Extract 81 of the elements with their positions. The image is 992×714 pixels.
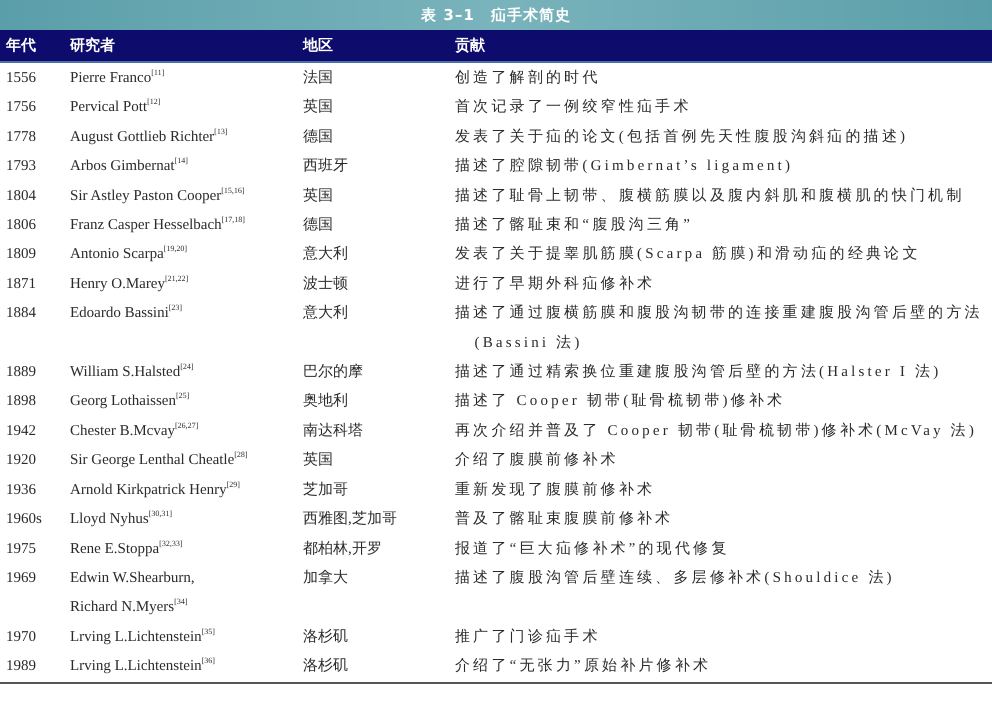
column-header: 年代 bbox=[4, 36, 36, 55]
researcher-cell-text: Arbos Gimbernat$^{[14]}$ bbox=[69, 155, 188, 176]
region-cell-text: 都柏林,开罗 bbox=[302, 540, 382, 558]
contribution-cell-text: 描述了腹股沟管后壁连续、多层修补术(Shouldice 法) bbox=[455, 568, 896, 588]
region-cell-text: 加拿大 bbox=[302, 568, 348, 588]
year-cell-text: 1809 bbox=[5, 245, 36, 264]
year-cell-text: 1942 bbox=[5, 422, 36, 441]
region-cell-text: 洛杉矶 bbox=[302, 656, 348, 676]
contribution-cell-text: 普及了髂耻束腹膜前修补术 bbox=[455, 509, 674, 530]
contribution-cell-text: 报道了“巨大疝修补术”的现代修复 bbox=[455, 540, 731, 558]
researcher-cell-text: Sir Astley Paston Cooper$^{[15,16]}$ bbox=[69, 184, 245, 206]
contribution-cell-text: 发表了关于提睾肌筋膜(Scarpa 筋膜)和滑动疝的经典论文 bbox=[455, 244, 922, 264]
region-cell-text: 巴尔的摩 bbox=[302, 362, 363, 382]
region-cell-text: 芝加哥 bbox=[302, 480, 348, 500]
region-cell-text: 奥地利 bbox=[302, 392, 348, 412]
contribution-cell-text: 描述了通过精索换位重建腹股沟管后壁的方法(Halster I 法) bbox=[455, 362, 942, 382]
contribution-cell-text: 描述了耻骨上韧带、腹横筋膜以及腹内斜肌和腹横肌的快门机制 bbox=[455, 186, 966, 206]
year-cell-text: 1804 bbox=[5, 186, 36, 206]
column-header: 地区 bbox=[302, 36, 333, 55]
contribution-cell-text: 进行了早期外科疝修补术 bbox=[455, 274, 656, 294]
region-cell-text: 南达科塔 bbox=[302, 422, 363, 441]
year-cell-text: 1793 bbox=[5, 157, 36, 176]
contribution-cell-text: 再次介绍并普及了 Cooper 韧带(耻骨梳韧带)修补术(McVay 法) bbox=[455, 421, 978, 441]
region-cell-text: 洛杉矶 bbox=[302, 628, 348, 647]
researcher-cell-text: Sir George Lenthal Cheatle$^{[28]}$ bbox=[69, 449, 248, 470]
year-cell-text: 1871 bbox=[5, 274, 36, 294]
contribution-cell-text: 发表了关于疝的论文(包括首例先天性腹股沟斜疝的描述) bbox=[455, 128, 910, 147]
year-cell-text: 1898 bbox=[5, 392, 36, 412]
contribution-cell-text: 描述了通过腹横筋膜和腹股沟韧带的连接重建腹股沟管后壁的方法(Bassini 法) bbox=[455, 303, 984, 353]
year-cell-text: 1884 bbox=[5, 304, 36, 324]
contribution-cell-text: 重新发现了腹膜前修补术 bbox=[455, 480, 656, 500]
year-cell-text: 1975 bbox=[5, 540, 36, 558]
region-cell-text: 英国 bbox=[302, 98, 333, 118]
researcher-cell-text: Henry O.Marey$^{[21,22]}$ bbox=[69, 272, 188, 294]
year-cell-text: 1960s bbox=[5, 510, 42, 530]
region-cell-text: 波士顿 bbox=[302, 274, 348, 294]
contribution-cell-text: 介绍了腹膜前修补术 bbox=[455, 450, 620, 470]
year-cell-text: 1806 bbox=[5, 216, 36, 236]
column-header: 研究者 bbox=[68, 36, 115, 55]
year-cell-text: 1936 bbox=[5, 480, 36, 500]
researcher-cell-text: Pervical Pott$^{[12]}$ bbox=[69, 96, 160, 118]
year-cell-text: 1970 bbox=[5, 628, 36, 647]
researcher-cell-text: Lrving L.Lichtenstein$^{[36]}$ bbox=[69, 655, 215, 676]
year-cell-text: 1889 bbox=[5, 363, 36, 382]
researcher-cell-text: Georg Lothaissen$^{[25]}$ bbox=[69, 390, 190, 412]
region-cell-text: 英国 bbox=[302, 186, 333, 206]
contribution-cell-text: 描述了髂耻束和“腹股沟三角” bbox=[455, 216, 694, 236]
year-cell-text: 1756 bbox=[5, 98, 36, 118]
researcher-cell-text: Antonio Scarpa$^{[19,20]}$ bbox=[69, 243, 188, 264]
researcher-cell-text: Pierre Franco$^{[11]}$ bbox=[69, 67, 164, 88]
region-cell-text: 德国 bbox=[302, 128, 333, 147]
researcher-cell-text: Edwin W.Shearburn, Richard N.Myers$^{[34]}$ bbox=[69, 568, 195, 618]
region-cell-text: 法国 bbox=[302, 68, 333, 88]
region-cell-text: 德国 bbox=[302, 216, 333, 236]
contribution-cell-text: 介绍了“无张力”原始补片修补术 bbox=[455, 656, 712, 676]
researcher-cell-text: August Gottlieb Richter$^{[13]}$ bbox=[69, 126, 228, 147]
researcher-cell-text: Lloyd Nyhus$^{[30,31]}$ bbox=[69, 508, 172, 530]
contribution-cell-text: 描述了 Cooper 韧带(耻骨梳韧带)修补术 bbox=[455, 392, 786, 412]
researcher-cell-text: Rene E.Stoppa$^{[32,33]}$ bbox=[69, 538, 182, 558]
year-cell-text: 1556 bbox=[5, 69, 36, 88]
year-cell-text: 1920 bbox=[5, 451, 36, 470]
region-cell-text: 西班牙 bbox=[302, 156, 348, 176]
researcher-cell-text: Arnold Kirkpatrick Henry$^{[29]}$ bbox=[69, 478, 240, 500]
contribution-cell-text: 描述了腔隙韧带(Gimbernat’s ligament) bbox=[455, 156, 794, 176]
contribution-cell-text: 推广了门诊疝手术 bbox=[455, 627, 602, 647]
region-cell-text: 西雅图,芝加哥 bbox=[302, 510, 397, 530]
year-cell-text: 1778 bbox=[5, 128, 36, 147]
contribution-cell-text: 首次记录了一例绞窄性疝手术 bbox=[455, 98, 693, 118]
year-cell-text: 1969 bbox=[5, 568, 36, 588]
researcher-cell-text: Lrving L.Lichtenstein$^{[35]}$ bbox=[69, 626, 215, 647]
researcher-cell-text: William S.Halsted$^{[24]}$ bbox=[69, 361, 194, 382]
researcher-cell-text: Franz Casper Hesselbach$^{[17,18]}$ bbox=[69, 214, 245, 236]
table-title: 表 3–1 疝手术简史 bbox=[421, 6, 571, 24]
year-cell-text: 1989 bbox=[5, 657, 36, 676]
researcher-cell-text: Chester B.Mcvay$^{[26,27]}$ bbox=[69, 420, 198, 441]
column-header: 贡献 bbox=[454, 36, 485, 55]
region-cell-text: 意大利 bbox=[302, 244, 348, 264]
region-cell-text: 英国 bbox=[302, 450, 333, 470]
contribution-cell-text: 创造了解剖的时代 bbox=[455, 68, 602, 88]
researcher-cell-text: Edoardo Bassini$^{[23]}$ bbox=[69, 302, 182, 324]
region-cell-text: 意大利 bbox=[302, 304, 348, 324]
